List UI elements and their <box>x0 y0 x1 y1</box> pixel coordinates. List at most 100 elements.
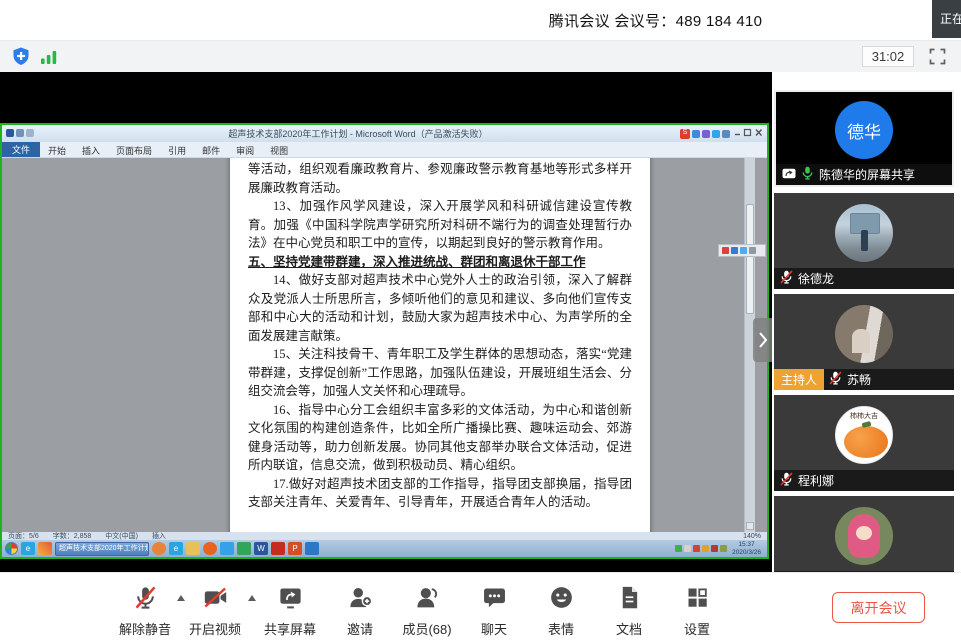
word-tab-references: 引用 <box>160 142 194 157</box>
clock-date: 2020/3/26 <box>732 549 761 556</box>
participant-namebar: 主持人 苏畅 <box>774 369 954 390</box>
doc-paragraph: 15、关注科技骨干、青年职工及学生群体的思想动态，落实“党建带群建，支撑促创新”… <box>248 345 632 401</box>
tencent-meeting-window: 腾讯会议 会议号：489 184 410 正在 31:02 超声技术支部2020… <box>0 0 961 642</box>
share-screen-button[interactable]: 共享屏幕 <box>250 584 330 638</box>
participant-namebar: 程利娜 <box>774 470 954 491</box>
word-page-indicator: 页面：5/6 <box>8 532 39 540</box>
participant-namebar: 陈德华的屏幕共享 <box>776 164 952 185</box>
ie-icon <box>21 542 35 555</box>
word-window-title: 超声技术支部2020年工作计划 - Microsoft Word（产品激活失败） <box>39 127 677 140</box>
participants-sidebar: 德华 陈德华的屏幕共享 徐德龙 <box>772 72 961 572</box>
firefox-icon <box>203 542 217 555</box>
smiley-icon <box>548 584 575 616</box>
chat-label: 聊天 <box>481 619 507 638</box>
document-icon <box>616 584 643 616</box>
participant-tile-sharing[interactable]: 德华 陈德华的屏幕共享 <box>774 90 954 187</box>
avatar: 德华 <box>835 101 893 159</box>
word-zoom-level: 140% <box>743 533 761 540</box>
powerpoint-icon <box>288 542 302 555</box>
word-tab-home: 开始 <box>40 142 74 157</box>
word-tab-file: 文件 <box>2 142 40 157</box>
camera-off-icon <box>202 584 229 616</box>
share-screen-icon <box>277 584 304 616</box>
leave-meeting-button[interactable]: 离开会议 <box>832 592 925 623</box>
meeting-toolbar: 解除静音 开启视频 共享屏幕 邀请 成员(68) <box>0 572 961 642</box>
shared-screen[interactable]: 超声技术支部2020年工作计划 - Microsoft Word（产品激活失败）… <box>0 123 769 559</box>
word-tab-review: 审阅 <box>228 142 262 157</box>
word-wordcount: 字数：2,858 <box>53 532 92 540</box>
start-button-icon <box>5 542 18 555</box>
participant-name: 徐德龙 <box>798 270 834 287</box>
emoji-label: 表情 <box>548 619 574 638</box>
doc-section-heading: 五、坚持党建带群建，深入推进统战、群团和离退休干部工作 <box>248 253 632 272</box>
windows-taskbar: 超声技术支部2020年工作计划 15:37 2020/3/26 <box>2 540 767 557</box>
browser-360-icon <box>237 542 251 555</box>
avatar-initials: 德华 <box>847 118 881 143</box>
docs-label: 文档 <box>616 619 642 638</box>
mic-on-icon <box>801 166 814 183</box>
participant-name: 苏畅 <box>847 371 871 388</box>
meeting-duration: 31:02 <box>862 46 914 67</box>
participant-tile[interactable]: 刘雨菲 <box>774 496 954 572</box>
avatar <box>835 507 893 565</box>
meeting-title: 腾讯会议 会议号：489 184 410 <box>350 0 961 40</box>
settings-label: 设置 <box>684 619 710 638</box>
sogou-toolbar <box>718 244 766 257</box>
doc-paragraph: 13、加强作风学风建设，深入开展学风和科研诚信建设宣传教育。加强《中国科学院声学… <box>248 197 632 253</box>
participant-tile-host[interactable]: 主持人 苏畅 <box>774 294 954 390</box>
avatar <box>835 204 893 262</box>
avatar <box>835 305 893 363</box>
participant-name: 陈德华的屏幕共享 <box>819 166 915 183</box>
settings-grid-icon <box>684 584 711 616</box>
invite-person-icon <box>347 584 374 616</box>
host-badge: 主持人 <box>774 369 824 390</box>
screen-share-icon <box>782 168 796 182</box>
word-app-icon <box>254 542 268 555</box>
doc-paragraph: 17.做好对超声技术团支部的工作指导，指导团支部换届，指导团支部关注青年、关爱青… <box>248 475 632 512</box>
start-video-button[interactable]: 开启视频 <box>175 584 255 638</box>
invite-label: 邀请 <box>347 619 373 638</box>
system-tray: 15:37 2020/3/26 <box>675 541 764 557</box>
scrollbar-thumb <box>746 204 754 314</box>
pdf-reader-icon <box>271 542 285 555</box>
sidebar-expand-handle[interactable] <box>753 318 773 362</box>
word-tab-view: 视图 <box>262 142 296 157</box>
word-tab-layout: 页面布局 <box>108 142 160 157</box>
doc-paragraph: 14、做好支部对超声技术中心党外人士的政治引领，深入了解群众及党派人士所思所言，… <box>248 271 632 345</box>
participant-tile[interactable]: 徐德龙 <box>774 193 954 289</box>
word-document-page: 等活动，组织观看廉政教育片、参观廉政警示教育基地等形式多样开展廉政教育活动。 1… <box>230 158 650 532</box>
fullscreen-icon[interactable] <box>929 48 946 70</box>
share-screen-label: 共享屏幕 <box>264 619 316 638</box>
taskbar-clock: 15:37 2020/3/26 <box>729 541 764 557</box>
ie-icon <box>169 542 183 555</box>
avatar-caption: 柿柿大吉 <box>836 411 892 421</box>
network-signal-icon[interactable] <box>40 48 58 70</box>
chat-bubble-icon <box>481 584 508 616</box>
qq-browser-icon <box>220 542 234 555</box>
explorer-folder-icon <box>186 542 200 555</box>
word-ribbon-tabs: 文件 开始 插入 页面布局 引用 邮件 审阅 视图 <box>2 142 767 158</box>
security-shield-icon[interactable] <box>10 46 32 73</box>
word-language: 中文(中国) <box>105 532 138 540</box>
word-tab-insert: 插入 <box>74 142 108 157</box>
clock-time: 15:37 <box>738 541 754 548</box>
word-tab-mailings: 邮件 <box>194 142 228 157</box>
sogou-input-icon: S <box>680 129 690 139</box>
word-quick-access-icons <box>6 129 36 139</box>
unmute-button[interactable]: 解除静音 <box>105 584 185 638</box>
unmute-label: 解除静音 <box>119 619 171 638</box>
participant-name: 程利娜 <box>798 472 834 489</box>
avatar: 柿柿大吉 <box>835 406 893 464</box>
word-tray-icons: S <box>680 129 730 139</box>
word-status-bar: 页面：5/6 字数：2,858 中文(中国) 插入 140% <box>2 532 767 540</box>
media-player-icon <box>152 542 166 555</box>
meeting-status-bar: 31:02 <box>0 40 961 72</box>
browser-icon <box>38 542 52 555</box>
sharing-status-badge: 正在 <box>932 0 961 38</box>
participant-tile[interactable]: 柿柿大吉 程利娜 <box>774 395 954 491</box>
word-window-controls-icon <box>733 128 763 139</box>
members-label: 成员(68) <box>402 619 451 638</box>
scrollbar-down-icon <box>746 522 754 530</box>
members-icon <box>414 584 441 616</box>
settings-button[interactable]: 设置 <box>657 584 737 638</box>
